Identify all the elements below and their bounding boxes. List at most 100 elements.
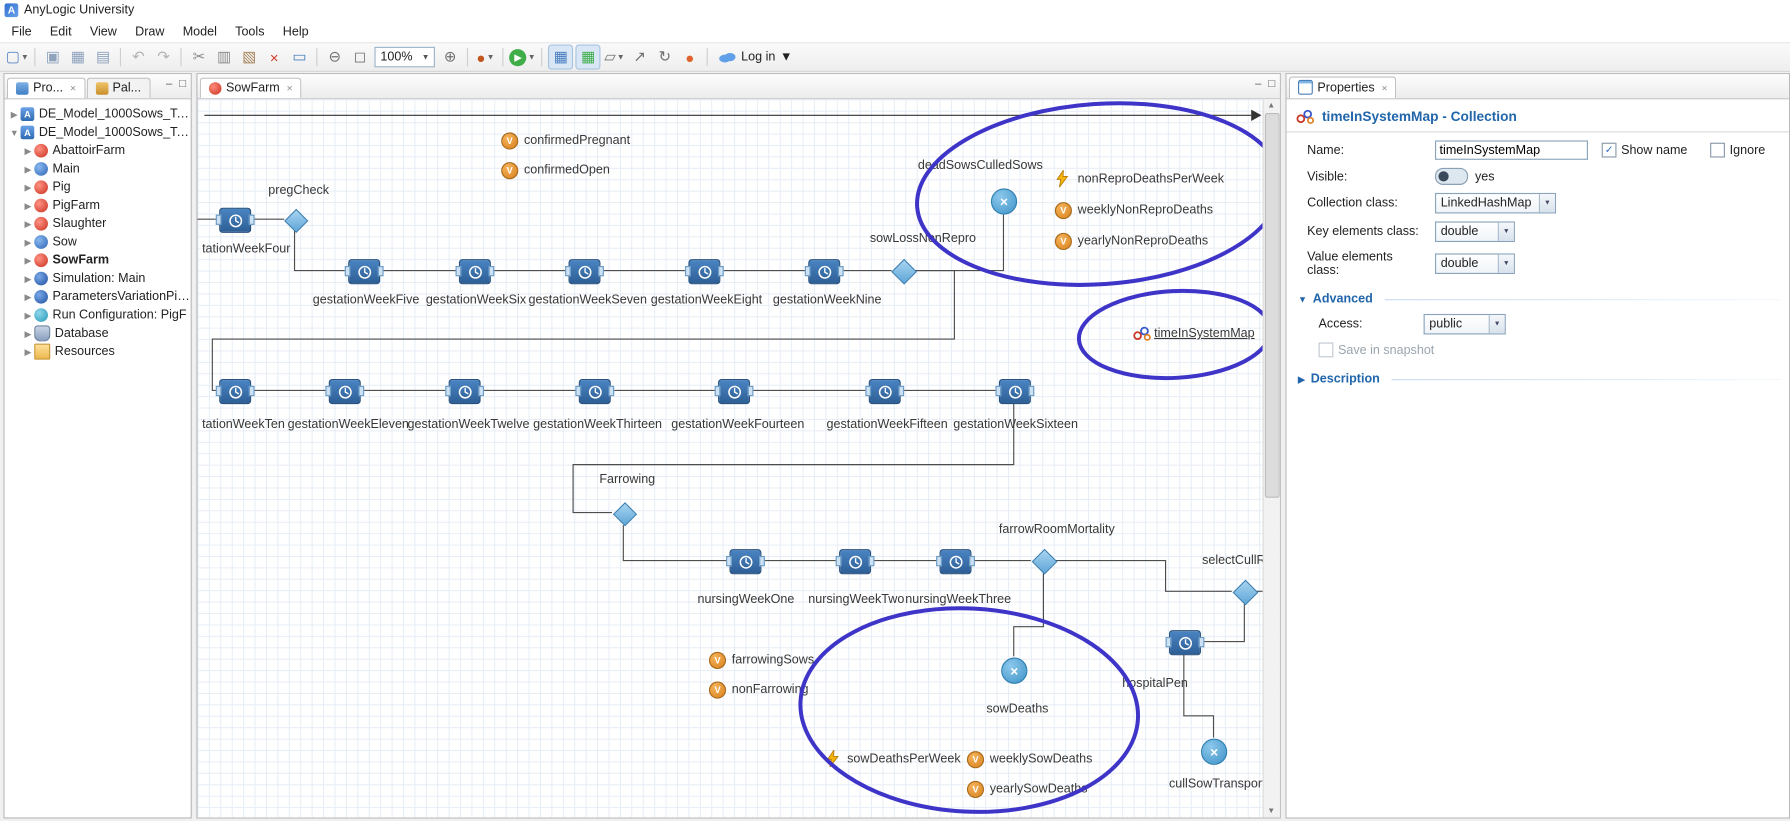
tab-projects[interactable]: Pro... × bbox=[6, 77, 86, 99]
key-class-dropdown[interactable]: double ▼ bbox=[1434, 221, 1515, 243]
redo-button[interactable]: ↷ bbox=[152, 46, 175, 69]
chevron-right-icon[interactable]: ▶ bbox=[22, 346, 35, 356]
tree-item-database[interactable]: ▶ Database bbox=[5, 324, 191, 342]
tab-properties[interactable]: Properties × bbox=[1288, 76, 1397, 99]
delay-node-gestationweekseven[interactable] bbox=[565, 259, 604, 285]
model-canvas[interactable]: tationWeekFour pregCheck VconfirmedPregnan… bbox=[197, 99, 1280, 818]
tab-palette[interactable]: Pal... bbox=[86, 77, 151, 99]
delay-node-gestationweeknine[interactable] bbox=[804, 259, 844, 285]
decision-node-sowlossnonrepro[interactable] bbox=[891, 258, 918, 285]
scrollbar-thumb[interactable] bbox=[1264, 113, 1280, 498]
snap-to-grid-button[interactable]: ▦ bbox=[575, 44, 601, 70]
tree-item-abattoirfarm[interactable]: ▶ AbattoirFarm bbox=[5, 142, 191, 160]
tree-item-de-model-1000sows-to-sl[interactable]: ▼ A DE_Model_1000Sows_To_Sl bbox=[5, 123, 191, 141]
delay-node-gestationweektwelve[interactable] bbox=[445, 379, 485, 405]
variable-node-weeklysowdeaths[interactable]: V bbox=[966, 751, 985, 769]
advanced-section-header[interactable]: ▼ Advanced bbox=[1298, 292, 1789, 306]
scroll-down-icon[interactable]: ▼ bbox=[1265, 807, 1278, 815]
login-button[interactable]: Log in ▼ bbox=[713, 49, 798, 65]
tree-item-simulation-main[interactable]: ▶ Simulation: Main bbox=[5, 269, 191, 287]
delay-node-gestationweekeleven[interactable] bbox=[325, 379, 365, 405]
delay-node-gestationweekfifteen[interactable] bbox=[865, 379, 905, 405]
close-icon[interactable]: × bbox=[287, 82, 293, 93]
delay-node-gestationweeksix[interactable] bbox=[455, 259, 495, 285]
save-button[interactable]: ▣ bbox=[41, 46, 64, 69]
panel-window-buttons[interactable]: – □ bbox=[166, 78, 186, 91]
close-icon[interactable]: × bbox=[70, 82, 76, 93]
delay-node-hospitalpen[interactable] bbox=[1165, 630, 1205, 656]
menu-tools[interactable]: Tools bbox=[226, 22, 274, 40]
delay-node-gestationweekfourteen[interactable] bbox=[714, 379, 754, 405]
variable-node-confirmedpregnant[interactable]: V bbox=[501, 132, 519, 150]
chevron-right-icon[interactable]: ▶ bbox=[8, 109, 21, 119]
tree-item-sowfarm[interactable]: ▶ SowFarm bbox=[5, 251, 191, 269]
save-in-snapshot-checkbox[interactable]: Save in snapshot bbox=[1318, 342, 1434, 358]
access-dropdown[interactable]: public ▼ bbox=[1423, 313, 1506, 335]
tree-item-sow[interactable]: ▶ Sow bbox=[5, 233, 191, 251]
draw-shape-button[interactable]: ▱ ▼ bbox=[603, 46, 626, 69]
decision-node-farrowroommortality[interactable] bbox=[1031, 548, 1058, 575]
name-input[interactable] bbox=[1434, 140, 1588, 160]
event-node-sowdeathsperweek[interactable] bbox=[826, 748, 840, 771]
zoom-level-select[interactable]: 100% ▼ bbox=[374, 46, 436, 68]
delay-node-gestationweekeight[interactable] bbox=[684, 259, 724, 285]
tree-item-run-configuration-pigf[interactable]: ▶ Run Configuration: PigF bbox=[5, 306, 191, 324]
chevron-right-icon[interactable]: ▶ bbox=[22, 292, 35, 302]
menu-file[interactable]: File bbox=[2, 22, 41, 40]
collection-node-timeinsystemmap[interactable] bbox=[1132, 326, 1151, 344]
tab-sowfarm[interactable]: SowFarm × bbox=[199, 77, 302, 99]
delay-node-tationweekfour[interactable] bbox=[215, 207, 255, 233]
variable-node-confirmedopen[interactable]: V bbox=[501, 162, 519, 180]
chevron-right-icon[interactable]: ▶ bbox=[22, 255, 35, 265]
menu-edit[interactable]: Edit bbox=[41, 22, 81, 40]
rotate-button[interactable]: ↻ bbox=[653, 46, 676, 69]
paste-button[interactable]: ▧ bbox=[238, 46, 261, 69]
variable-node-nonfarrowing[interactable]: V bbox=[708, 681, 727, 699]
zoom-area-button[interactable]: ◻ bbox=[348, 46, 371, 69]
delete-button[interactable]: × bbox=[263, 46, 286, 69]
sink-node-deadsowsculledsows[interactable]: × bbox=[990, 188, 1018, 215]
chevron-right-icon[interactable]: ▶ bbox=[22, 328, 35, 338]
chevron-right-icon[interactable]: ▶ bbox=[22, 273, 35, 283]
editor-window-buttons[interactable]: – □ bbox=[1255, 78, 1275, 91]
menu-help[interactable]: Help bbox=[274, 22, 318, 40]
decision-node-farrowing[interactable] bbox=[612, 501, 637, 526]
undo-button[interactable]: ↶ bbox=[127, 46, 150, 69]
cut-button[interactable]: ✂ bbox=[187, 46, 210, 69]
visible-toggle[interactable] bbox=[1434, 167, 1469, 185]
copy-button[interactable]: ▥ bbox=[213, 46, 236, 69]
tree-item-main[interactable]: ▶ Main bbox=[5, 160, 191, 178]
tree-item-slaughter[interactable]: ▶ Slaughter bbox=[5, 215, 191, 233]
tree-item-parametersvariationpigf[interactable]: ▶ ParametersVariationPigF bbox=[5, 288, 191, 306]
decision-node-selectcullre[interactable] bbox=[1232, 579, 1259, 606]
sink-node-cullsowtransport[interactable]: × bbox=[1200, 738, 1228, 765]
event-node-nonreprodeathsperweek[interactable] bbox=[1056, 168, 1069, 191]
arrange-button[interactable]: ↗ bbox=[628, 46, 651, 69]
description-section-header[interactable]: ▶ Description bbox=[1298, 372, 1789, 386]
chevron-right-icon[interactable]: ▶ bbox=[22, 237, 35, 247]
chevron-right-icon[interactable]: ▶ bbox=[22, 219, 35, 229]
menu-view[interactable]: View bbox=[81, 22, 126, 40]
close-icon[interactable]: × bbox=[1381, 82, 1387, 93]
chevron-right-icon[interactable]: ▶ bbox=[22, 146, 35, 156]
collection-class-dropdown[interactable]: LinkedHashMap ▼ bbox=[1434, 192, 1557, 214]
decision-node-pregcheck[interactable] bbox=[283, 208, 308, 233]
delay-node-gestationweekfive[interactable] bbox=[344, 259, 384, 285]
export-button[interactable]: ▤ bbox=[92, 46, 115, 69]
tree-item-pigfarm[interactable]: ▶ PigFarm bbox=[5, 196, 191, 214]
tree-item-pig[interactable]: ▶ Pig bbox=[5, 178, 191, 196]
menu-model[interactable]: Model bbox=[174, 22, 226, 40]
save-all-button[interactable]: ▦ bbox=[66, 46, 89, 69]
problems-button[interactable]: ● bbox=[678, 46, 701, 69]
variable-node-weeklynonreprodeaths[interactable]: V bbox=[1054, 202, 1072, 220]
menu-draw[interactable]: Draw bbox=[126, 22, 174, 40]
show-grid-button[interactable]: ▦ bbox=[548, 44, 574, 70]
delay-node-tationweekten[interactable] bbox=[215, 379, 255, 405]
run-model-button[interactable]: ▶ ▼ bbox=[509, 46, 536, 69]
zoom-out-button[interactable]: ⊖ bbox=[323, 46, 346, 69]
chevron-down-icon[interactable]: ▼ bbox=[8, 127, 21, 137]
delay-node-gestationweekthirteen[interactable] bbox=[575, 379, 615, 405]
variable-node-yearlysowdeaths[interactable]: V bbox=[966, 780, 985, 798]
chevron-right-icon[interactable]: ▶ bbox=[22, 182, 35, 192]
show-name-checkbox[interactable]: ✓ Show name bbox=[1601, 142, 1687, 158]
